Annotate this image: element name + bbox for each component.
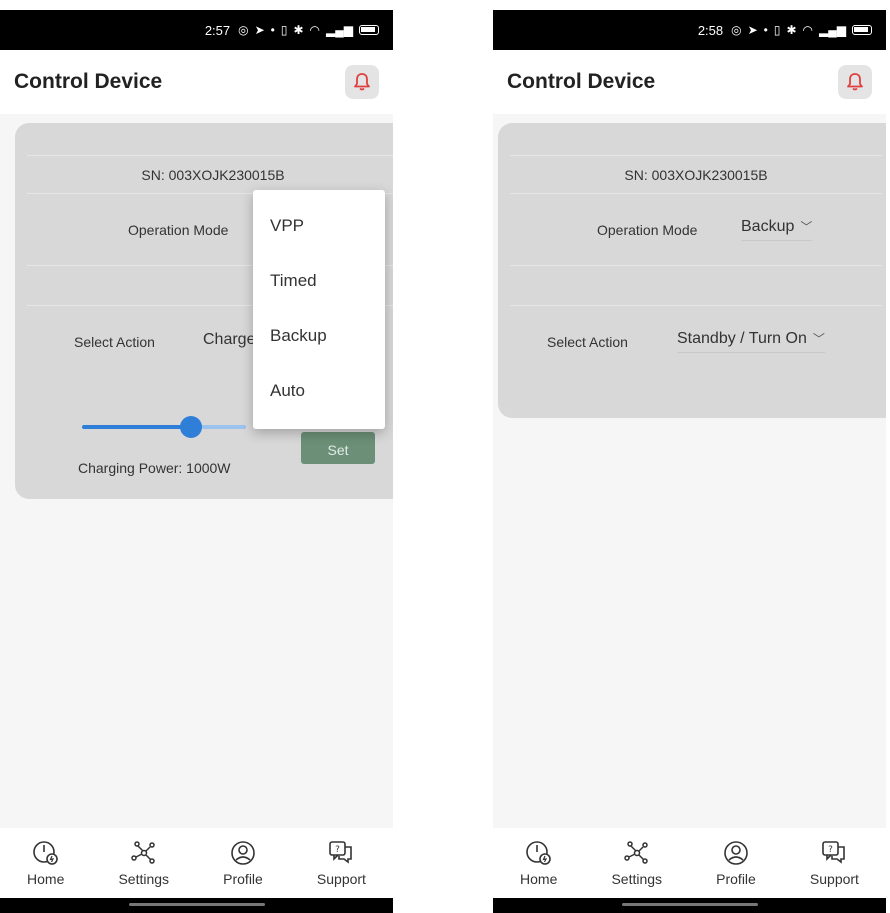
- chevron-down-icon: ﹀: [812, 331, 825, 346]
- gauge-icon: [32, 841, 58, 865]
- select-action-dropdown[interactable]: Standby / Turn On ﹀: [677, 330, 825, 353]
- set-button[interactable]: Set: [301, 432, 375, 464]
- vibrate-icon: ▯: [280, 23, 288, 37]
- nav-profile-label: Profile: [716, 871, 756, 887]
- status-bar: 2:58 ◎ ➤ • ▯ ✱ ◠ ▂▄▆: [493, 10, 886, 50]
- dot-icon: •: [270, 23, 275, 37]
- bell-icon: [354, 73, 370, 91]
- svg-text:?: ?: [336, 845, 341, 855]
- menu-item-vpp[interactable]: VPP: [253, 198, 385, 253]
- support-chat-icon: ?: [329, 841, 353, 864]
- vibrate-icon: ▯: [773, 23, 781, 37]
- select-action-row: Select Action Standby / Turn On ﹀: [510, 305, 882, 377]
- support-chat-icon: ?: [822, 841, 846, 864]
- home-indicator[interactable]: [621, 903, 758, 906]
- select-action-label: Select Action: [547, 333, 628, 350]
- nav-home[interactable]: Home: [520, 839, 557, 887]
- system-home-bar: [0, 898, 393, 913]
- phone-screen-right: 2:58 ◎ ➤ • ▯ ✱ ◠ ▂▄▆ Control Device SN: …: [493, 10, 886, 913]
- slider-track-active: [82, 425, 192, 429]
- status-bar: 2:57 ◎ ➤ • ▯ ✱ ◠ ▂▄▆: [0, 10, 393, 50]
- nav-settings-label: Settings: [118, 871, 170, 887]
- nav-profile[interactable]: Profile: [223, 839, 263, 887]
- nav-profile[interactable]: Profile: [716, 839, 756, 887]
- nav-profile-label: Profile: [223, 871, 263, 887]
- system-home-bar: [493, 898, 886, 913]
- bottom-nav: Home Settings Profile ? Support: [493, 828, 886, 898]
- operation-mode-label: Operation Mode: [128, 221, 229, 238]
- app-header: Control Device: [0, 50, 393, 114]
- empty-row: [510, 265, 882, 305]
- bottom-nav: Home Settings Profile ? Support: [0, 828, 393, 898]
- app-header: Control Device: [493, 50, 886, 114]
- nav-support-label: Support: [809, 871, 859, 887]
- nav-settings[interactable]: Settings: [118, 839, 169, 887]
- dot-icon: •: [763, 23, 768, 37]
- nav-settings-label: Settings: [611, 871, 663, 887]
- gauge-icon: [525, 841, 551, 865]
- notification-button[interactable]: [838, 65, 872, 99]
- profile-icon: [231, 841, 255, 865]
- menu-item-timed[interactable]: Timed: [253, 253, 385, 308]
- page-title: Control Device: [14, 70, 163, 93]
- select-action-value: Charge: [203, 330, 256, 348]
- operation-mode-row: Operation Mode Backup ﹀: [510, 193, 882, 265]
- serial-number: SN: 003XOJK230015B: [141, 166, 285, 183]
- wifi-icon: ◠: [802, 23, 814, 37]
- charging-power-slider[interactable]: [82, 416, 246, 438]
- status-time: 2:58: [697, 22, 724, 38]
- control-card: SN: 003XOJK230015B Operation Mode Backup…: [498, 123, 886, 418]
- slider-thumb[interactable]: [180, 416, 202, 438]
- notification-button[interactable]: [345, 65, 379, 99]
- operation-mode-menu: VPP Timed Backup Auto: [253, 190, 385, 429]
- battery-icon: [359, 25, 379, 35]
- send-icon: ➤: [747, 23, 758, 37]
- battery-icon: [852, 25, 872, 35]
- send-icon: ➤: [254, 23, 265, 37]
- nav-support[interactable]: ? Support: [317, 839, 366, 887]
- profile-icon: [724, 841, 748, 865]
- status-icons: ◎ ➤ • ▯ ✱ ◠ ▂▄▆: [238, 23, 379, 37]
- whatsapp-icon: ◎: [238, 23, 249, 37]
- status-time: 2:57: [204, 22, 231, 38]
- serial-number-row: SN: 003XOJK230015B: [510, 155, 882, 193]
- nav-home-label: Home: [27, 871, 65, 887]
- signal-icon: ▂▄▆: [326, 23, 353, 37]
- page-title: Control Device: [507, 70, 656, 93]
- nav-home-label: Home: [520, 871, 558, 887]
- select-action-value: Standby / Turn On: [677, 330, 807, 347]
- phone-screen-left: 2:57 ◎ ➤ • ▯ ✱ ◠ ▂▄▆ Control Device SN: …: [0, 10, 393, 913]
- whatsapp-icon: ◎: [731, 23, 742, 37]
- bluetooth-icon: ✱: [786, 23, 797, 37]
- status-icons: ◎ ➤ • ▯ ✱ ◠ ▂▄▆: [731, 23, 872, 37]
- select-action-label: Select Action: [74, 333, 155, 350]
- menu-item-backup[interactable]: Backup: [253, 308, 385, 363]
- home-indicator[interactable]: [128, 903, 265, 906]
- network-icon: [624, 841, 648, 864]
- wifi-icon: ◠: [309, 23, 321, 37]
- operation-mode-dropdown[interactable]: Backup ﹀: [741, 218, 813, 241]
- chevron-down-icon: ﹀: [800, 219, 813, 234]
- nav-settings[interactable]: Settings: [611, 839, 662, 887]
- nav-support[interactable]: ? Support: [810, 839, 859, 887]
- operation-mode-label: Operation Mode: [597, 221, 698, 238]
- bell-icon: [847, 73, 863, 91]
- network-icon: [131, 841, 155, 864]
- svg-text:?: ?: [829, 845, 834, 855]
- operation-mode-value: Backup: [741, 218, 795, 235]
- nav-support-label: Support: [316, 871, 366, 887]
- serial-number: SN: 003XOJK230015B: [624, 166, 768, 183]
- nav-home[interactable]: Home: [27, 839, 64, 887]
- signal-icon: ▂▄▆: [819, 23, 846, 37]
- serial-number-row: SN: 003XOJK230015B: [27, 155, 393, 193]
- menu-item-auto[interactable]: Auto: [253, 363, 385, 418]
- bluetooth-icon: ✱: [293, 23, 304, 37]
- select-action-dropdown[interactable]: Charge: [203, 331, 255, 353]
- charging-power-text: Charging Power: 1000W: [78, 460, 231, 476]
